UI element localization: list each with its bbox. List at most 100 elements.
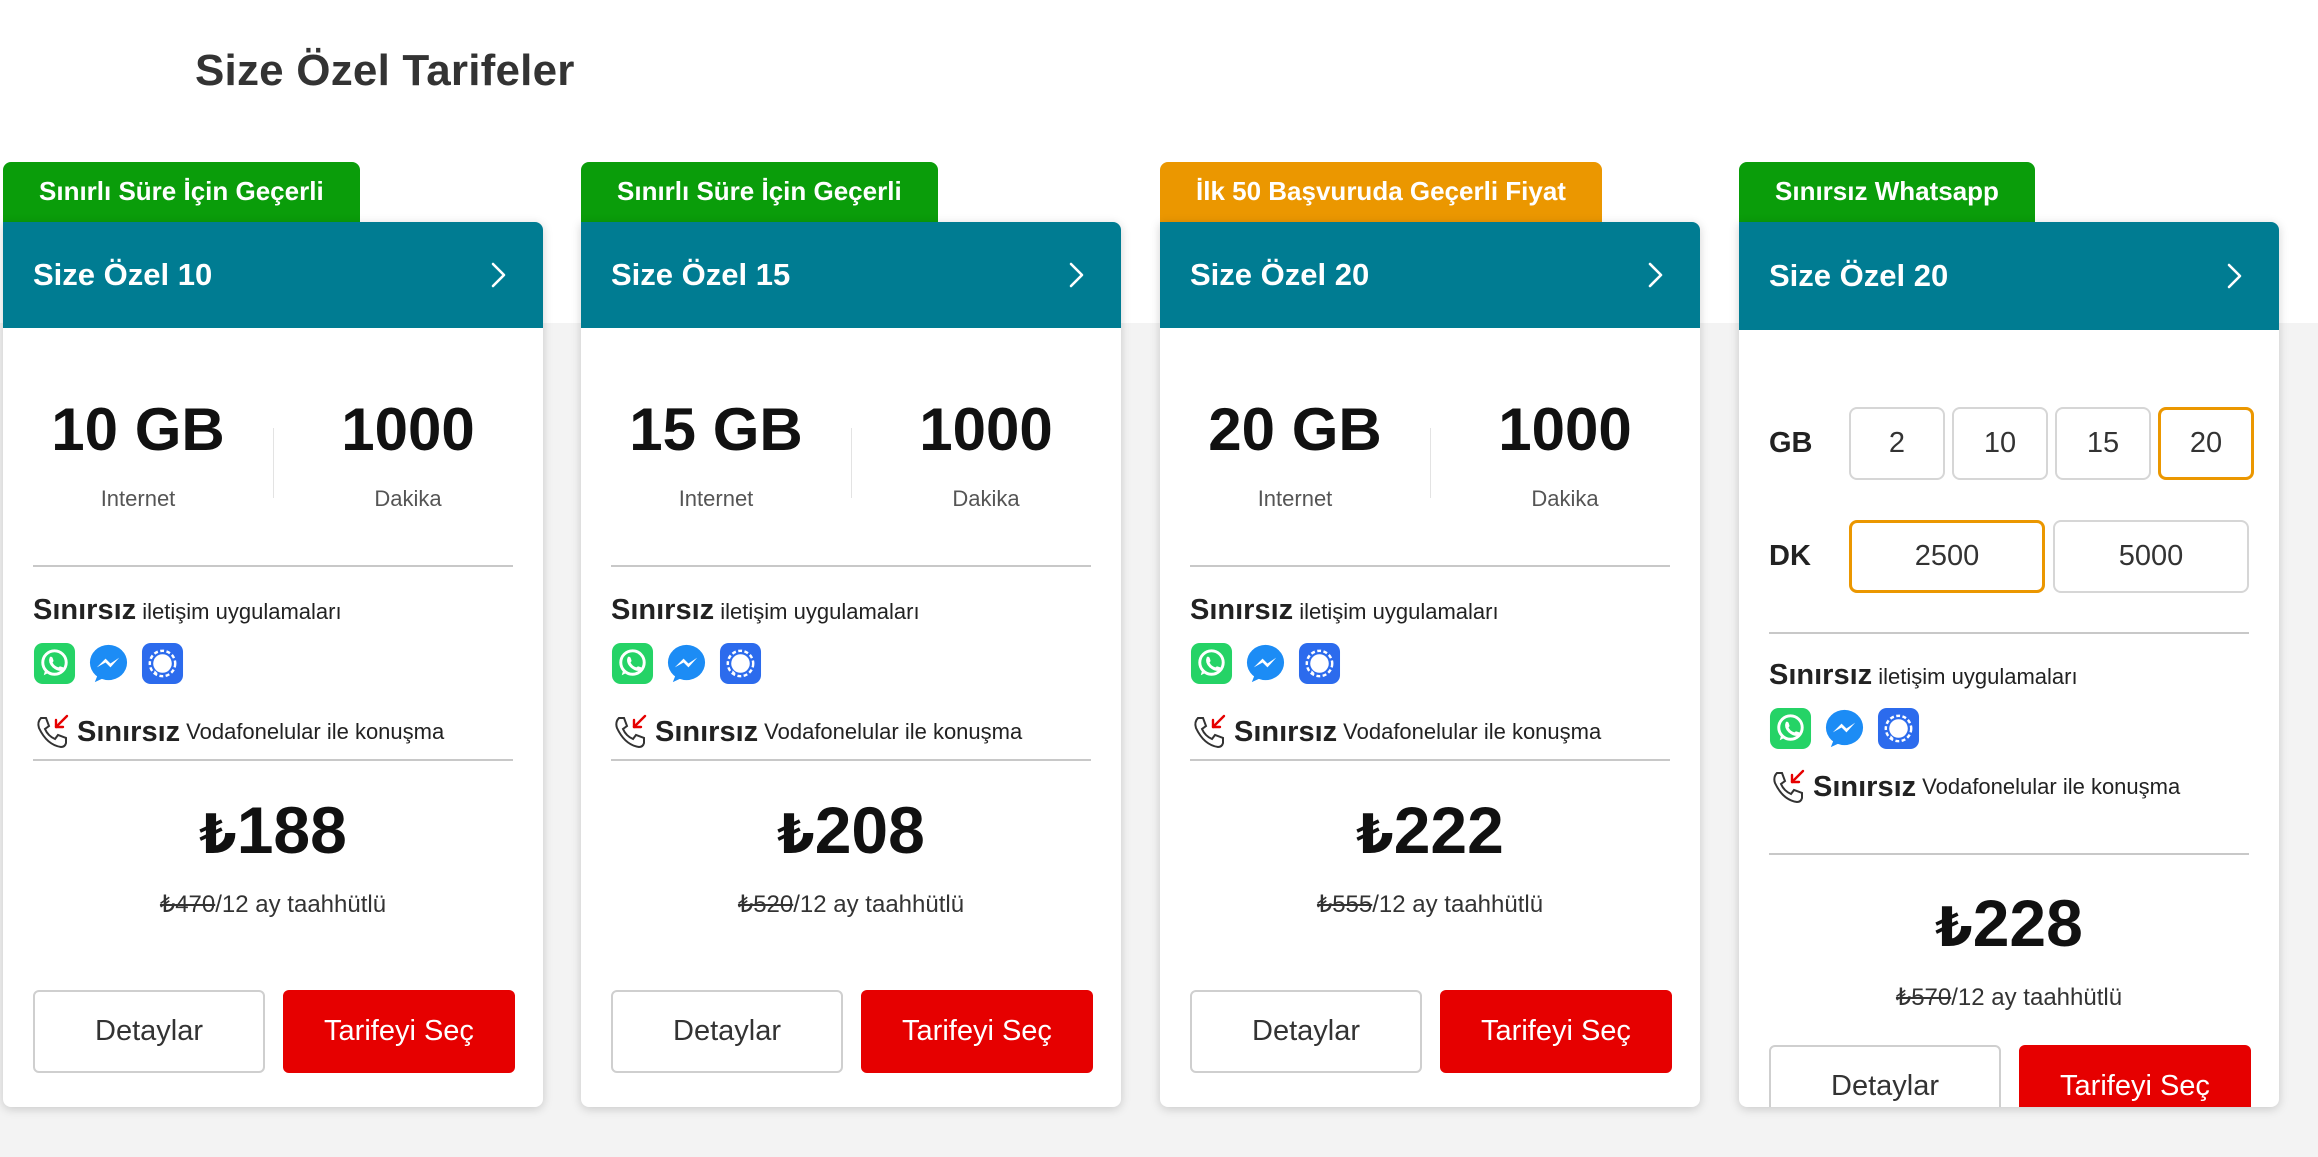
card-body: Size Özel 20 20 GB Internet 1000 Dakika … <box>1160 222 1700 1107</box>
card-header[interactable]: Size Özel 15 <box>581 222 1121 328</box>
details-button[interactable]: Detaylar <box>33 990 265 1073</box>
internet-stat: 15 GB Internet <box>581 400 851 512</box>
card-body: Size Özel 10 10 GB Internet 1000 Dakika … <box>3 222 543 1107</box>
tariff-card: Sınırlı Süre İçin Geçerli Size Özel 10 1… <box>3 162 543 1107</box>
card-header[interactable]: Size Özel 10 <box>3 222 543 328</box>
chevron-right-icon <box>2227 263 2242 289</box>
app-icons <box>1769 707 1920 750</box>
select-tariff-button[interactable]: Tarifeyi Seç <box>283 990 515 1073</box>
price-value: 188 <box>236 793 347 867</box>
currency-symbol: ₺ <box>777 805 815 865</box>
dk-option-selected[interactable]: 2500 <box>1849 520 2045 593</box>
signal-icon <box>1877 707 1920 750</box>
tariff-cards: Sınırlı Süre İçin Geçerli Size Özel 10 1… <box>3 162 2313 1112</box>
apps-text: Sınırsız iletişim uygulamaları <box>1190 594 1499 627</box>
vodafone-suffix: Vodafonelular ile konuşma <box>1343 719 1602 744</box>
gb-option[interactable]: 15 <box>2055 407 2151 480</box>
vodafone-suffix: Vodafonelular ile konuşma <box>1922 774 2181 799</box>
app-icons <box>1190 642 1341 685</box>
unlimited-label: Sınırsız <box>1769 659 1873 691</box>
select-tariff-button[interactable]: Tarifeyi Seç <box>2019 1045 2251 1107</box>
incoming-call-icon <box>37 714 69 749</box>
tariff-card-configurable: Sınırsız Whatsapp Size Özel 20 GB 2 10 1… <box>1739 162 2279 1107</box>
divider <box>1190 565 1670 567</box>
details-button[interactable]: Detaylar <box>1769 1045 2001 1107</box>
page-title: Size Özel Tarifeler <box>195 46 575 95</box>
promo-badge: Sınırlı Süre İçin Geçerli <box>3 162 360 222</box>
gb-option[interactable]: 2 <box>1849 407 1945 480</box>
dk-options: DK 2500 5000 <box>1769 520 2257 593</box>
vodafone-call-line: Sınırsız Vodafonelular ile konuşma <box>611 712 1022 752</box>
app-icons <box>33 642 184 685</box>
dk-option[interactable]: 5000 <box>2053 520 2249 593</box>
card-title: Size Özel 15 <box>611 257 791 292</box>
internet-label: Internet <box>100 486 176 511</box>
gb-option-selected[interactable]: 20 <box>2158 407 2254 480</box>
details-button[interactable]: Detaylar <box>611 990 843 1073</box>
unlimited-label: Sınırsız <box>611 594 715 626</box>
old-price: ₺470 <box>159 891 216 918</box>
card-header[interactable]: Size Özel 20 <box>1160 222 1700 328</box>
select-tariff-button[interactable]: Tarifeyi Seç <box>1440 990 1672 1073</box>
divider <box>1190 759 1670 761</box>
promo-badge: İlk 50 Başvuruda Geçerli Fiyat <box>1160 162 1602 222</box>
unlimited-label: Sınırsız <box>33 594 137 626</box>
price: ₺188 <box>3 797 543 863</box>
tariff-card: Sınırlı Süre İçin Geçerli Size Özel 15 1… <box>581 162 1121 1107</box>
apps-suffix: iletişim uygulamaları <box>1878 664 2078 689</box>
signal-icon <box>719 642 762 685</box>
price-value: 208 <box>814 793 925 867</box>
incoming-call-icon <box>1194 714 1226 749</box>
commitment-text: ₺555/12 ay taahhütlü <box>1160 890 1700 919</box>
apps-text: Sınırsız iletişim uygulamaları <box>1769 659 2078 692</box>
dk-label: DK <box>1769 540 1811 572</box>
chevron-right-icon <box>491 262 506 288</box>
vodafone-suffix: Vodafonelular ile konuşma <box>186 719 445 744</box>
details-button[interactable]: Detaylar <box>1190 990 1422 1073</box>
card-title: Size Özel 20 <box>1190 257 1370 292</box>
old-price: ₺570 <box>1895 984 1952 1011</box>
divider <box>611 759 1091 761</box>
gb-option[interactable]: 10 <box>1952 407 2048 480</box>
plan-stats: 15 GB Internet 1000 Dakika <box>581 328 1121 565</box>
promo-badge: Sınırlı Süre İçin Geçerli <box>581 162 938 222</box>
plan-stats: 20 GB Internet 1000 Dakika <box>1160 328 1700 565</box>
internet-stat: 10 GB Internet <box>3 400 273 512</box>
chevron-right-icon <box>1648 262 1663 288</box>
price-value: 228 <box>1972 886 2083 960</box>
gb-label: GB <box>1769 427 1813 459</box>
apps-text: Sınırsız iletişim uygulamaları <box>611 594 920 627</box>
apps-suffix: iletişim uygulamaları <box>720 599 920 624</box>
whatsapp-icon <box>1190 642 1233 685</box>
card-header[interactable]: Size Özel 20 <box>1739 222 2279 330</box>
signal-icon <box>1298 642 1341 685</box>
data-amount: 20 GB <box>1208 396 1382 463</box>
currency-symbol: ₺ <box>1356 805 1394 865</box>
select-tariff-button[interactable]: Tarifeyi Seç <box>861 990 1093 1073</box>
commit-suffix: /12 ay taahhütlü <box>215 891 387 918</box>
divider <box>1769 632 2249 634</box>
currency-symbol: ₺ <box>199 805 237 865</box>
minutes-amount: 1000 <box>1498 396 1632 463</box>
gb-options: GB 2 10 15 20 <box>1769 407 2261 480</box>
signal-icon <box>141 642 184 685</box>
minutes-stat: 1000 Dakika <box>1430 400 1700 512</box>
minutes-amount: 1000 <box>341 396 475 463</box>
vodafone-call-line: Sınırsız Vodafonelular ile konuşma <box>1190 712 1601 752</box>
minutes-stat: 1000 Dakika <box>851 400 1121 512</box>
messenger-icon <box>1825 709 1864 748</box>
card-body: Size Özel 20 GB 2 10 15 20 DK 2500 5000 … <box>1739 222 2279 1107</box>
divider <box>611 565 1091 567</box>
vodafone-call-line: Sınırsız Vodafonelular ile konuşma <box>1769 767 2180 807</box>
chevron-right-icon <box>1069 262 1084 288</box>
old-price: ₺520 <box>737 891 794 918</box>
unlimited-label: Sınırsız <box>1813 770 1917 803</box>
unlimited-label: Sınırsız <box>77 715 181 748</box>
unlimited-label: Sınırsız <box>1234 715 1338 748</box>
price: ₺208 <box>581 797 1121 863</box>
tariff-card: İlk 50 Başvuruda Geçerli Fiyat Size Özel… <box>1160 162 1700 1107</box>
internet-label: Internet <box>678 486 754 511</box>
price-value: 222 <box>1393 793 1504 867</box>
plan-stats: 10 GB Internet 1000 Dakika <box>3 328 543 565</box>
currency-symbol: ₺ <box>1935 898 1973 958</box>
